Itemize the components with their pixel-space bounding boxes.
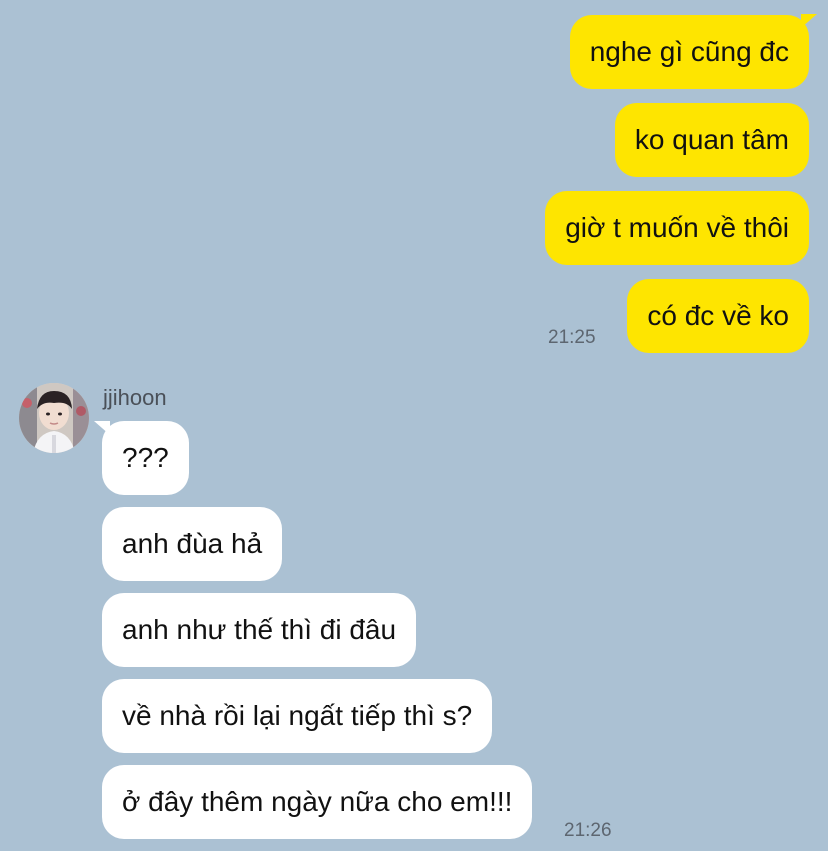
incoming-timestamp: 21:26 (564, 820, 612, 841)
sender-avatar[interactable] (19, 383, 89, 453)
outgoing-message[interactable]: ko quan tâm (614, 103, 809, 177)
incoming-message[interactable]: ??? (102, 421, 189, 495)
sender-name: jjihoon (103, 385, 167, 410)
outgoing-message[interactable]: giờ t muốn về thôi (545, 191, 809, 265)
outgoing-message[interactable]: có đc về ko (627, 279, 809, 353)
outgoing-timestamp: 21:25 (548, 327, 596, 348)
incoming-message[interactable]: về nhà rồi lại ngất tiếp thì s? (102, 679, 493, 753)
chat-thread: nghe gì cũng đc ko quan tâm giờ t muốn v… (0, 0, 828, 851)
profile-photo-icon (19, 383, 89, 453)
incoming-message[interactable]: anh như thế thì đi đâu (102, 593, 417, 667)
incoming-message[interactable]: ở đây thêm ngày nữa cho em!!! (102, 765, 533, 839)
incoming-message[interactable]: anh đùa hả (102, 507, 283, 581)
outgoing-message[interactable]: nghe gì cũng đc (569, 15, 809, 89)
